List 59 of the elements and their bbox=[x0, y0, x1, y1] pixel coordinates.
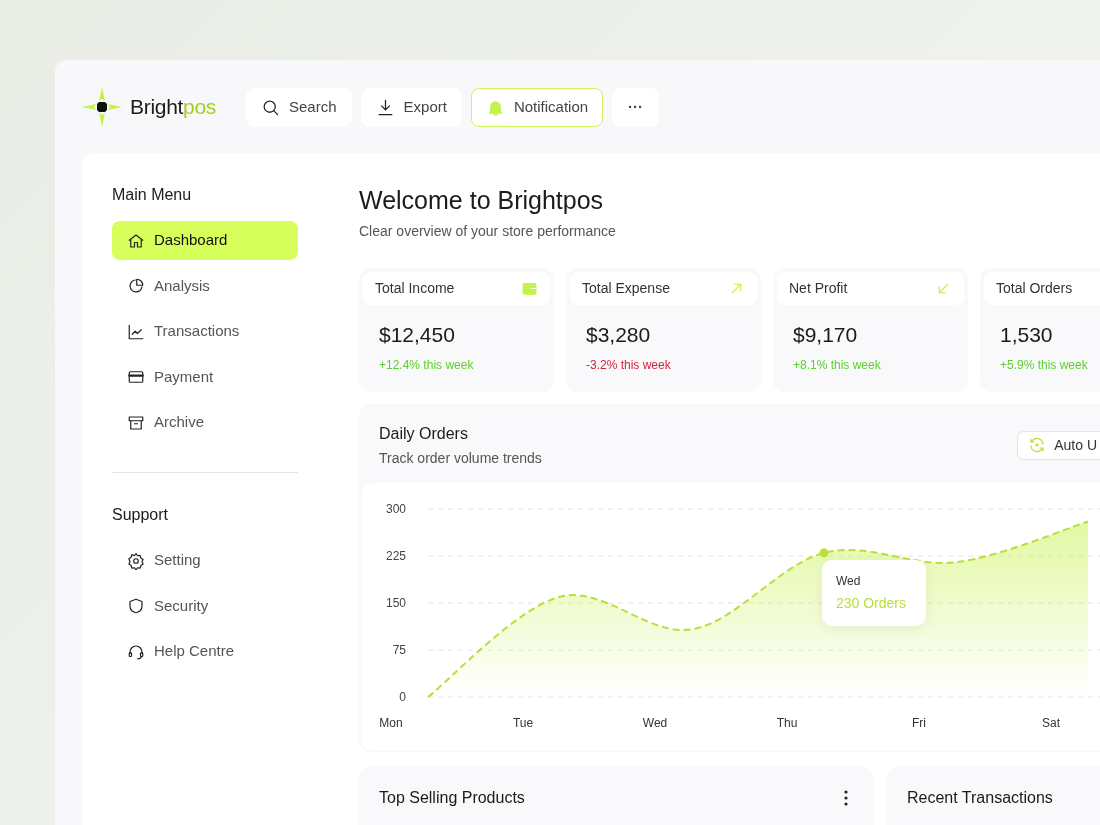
refresh-icon bbox=[1028, 436, 1047, 454]
sidebar-item[interactable]: Dashboard bbox=[112, 221, 298, 260]
axis-label: Wed bbox=[642, 715, 668, 730]
page-subtitle: Clear overview of your store performance bbox=[359, 222, 617, 241]
tooltip-value: 230 Orders bbox=[836, 594, 908, 614]
logo-icon bbox=[82, 87, 122, 127]
axis-label: 75 bbox=[392, 642, 406, 657]
panel-title: Recent Transactions bbox=[907, 787, 1053, 808]
axis-label: 150 bbox=[385, 595, 406, 610]
sidebar-item[interactable]: Security bbox=[112, 586, 298, 626]
axis-label: Tue bbox=[512, 715, 534, 730]
page-title: Welcome to Brightpos bbox=[359, 185, 605, 215]
axis-label: Fri bbox=[912, 715, 926, 730]
sidebar-item[interactable]: Transactions bbox=[112, 312, 298, 351]
panel-title: Top Selling Products bbox=[379, 787, 525, 808]
sidebar-item[interactable]: Analysis bbox=[112, 266, 298, 306]
stat-value: $12,450 bbox=[378, 322, 456, 348]
panel-title: Daily Orders bbox=[379, 423, 469, 444]
stat-value: $9,170 bbox=[792, 322, 859, 348]
wallet-icon bbox=[521, 280, 538, 297]
axis-label: Thu bbox=[776, 715, 798, 730]
pie-chart-icon bbox=[127, 277, 145, 295]
more-button[interactable]: ··· bbox=[612, 87, 660, 127]
axis-label: 225 bbox=[385, 548, 406, 563]
stat-change: -3.2% this week bbox=[585, 356, 672, 374]
auto-update-button[interactable]: Auto U bbox=[1017, 430, 1100, 460]
notification-button[interactable]: Notification bbox=[470, 87, 604, 127]
axis-label: 300 bbox=[385, 501, 406, 516]
kebab-icon bbox=[844, 790, 848, 807]
stat-value: $3,280 bbox=[585, 322, 652, 348]
stat-label: Total Expense bbox=[582, 279, 670, 298]
sidebar-item[interactable]: Setting bbox=[112, 541, 298, 580]
tooltip-day: Wed bbox=[836, 572, 912, 591]
search-button[interactable]: Search bbox=[246, 87, 352, 127]
stat-change: +5.9% this week bbox=[999, 356, 1089, 374]
gear-icon bbox=[127, 551, 145, 570]
axis-label: Mon bbox=[379, 715, 403, 730]
section-title: Support bbox=[112, 505, 170, 525]
stat-label: Net Profit bbox=[789, 279, 848, 298]
stat-value: 1,530 bbox=[999, 322, 1054, 348]
sidebar-item[interactable]: Payment bbox=[112, 357, 298, 397]
section-title: Main Menu bbox=[112, 185, 193, 205]
stat-label: Total Income bbox=[375, 279, 455, 298]
axis-label: 0 bbox=[399, 689, 406, 704]
export-button[interactable]: Export bbox=[360, 87, 462, 127]
sidebar-item[interactable]: Help Centre bbox=[112, 632, 298, 671]
line-chart-icon bbox=[127, 322, 145, 341]
panel-subtitle: Track order volume trends bbox=[379, 448, 542, 468]
headset-icon bbox=[127, 642, 145, 661]
shield-icon bbox=[127, 597, 145, 615]
card-icon bbox=[127, 368, 145, 386]
stat-change: +12.4% this week bbox=[378, 356, 475, 374]
axis-label: Sat bbox=[1042, 715, 1060, 730]
archive-icon bbox=[127, 413, 145, 432]
sidebar-item[interactable]: Archive bbox=[112, 403, 298, 442]
stat-label: Total Orders bbox=[996, 279, 1073, 298]
stat-change: +8.1% this week bbox=[792, 356, 882, 374]
brand-name: Brightpos bbox=[130, 94, 217, 121]
data-point bbox=[819, 547, 829, 557]
